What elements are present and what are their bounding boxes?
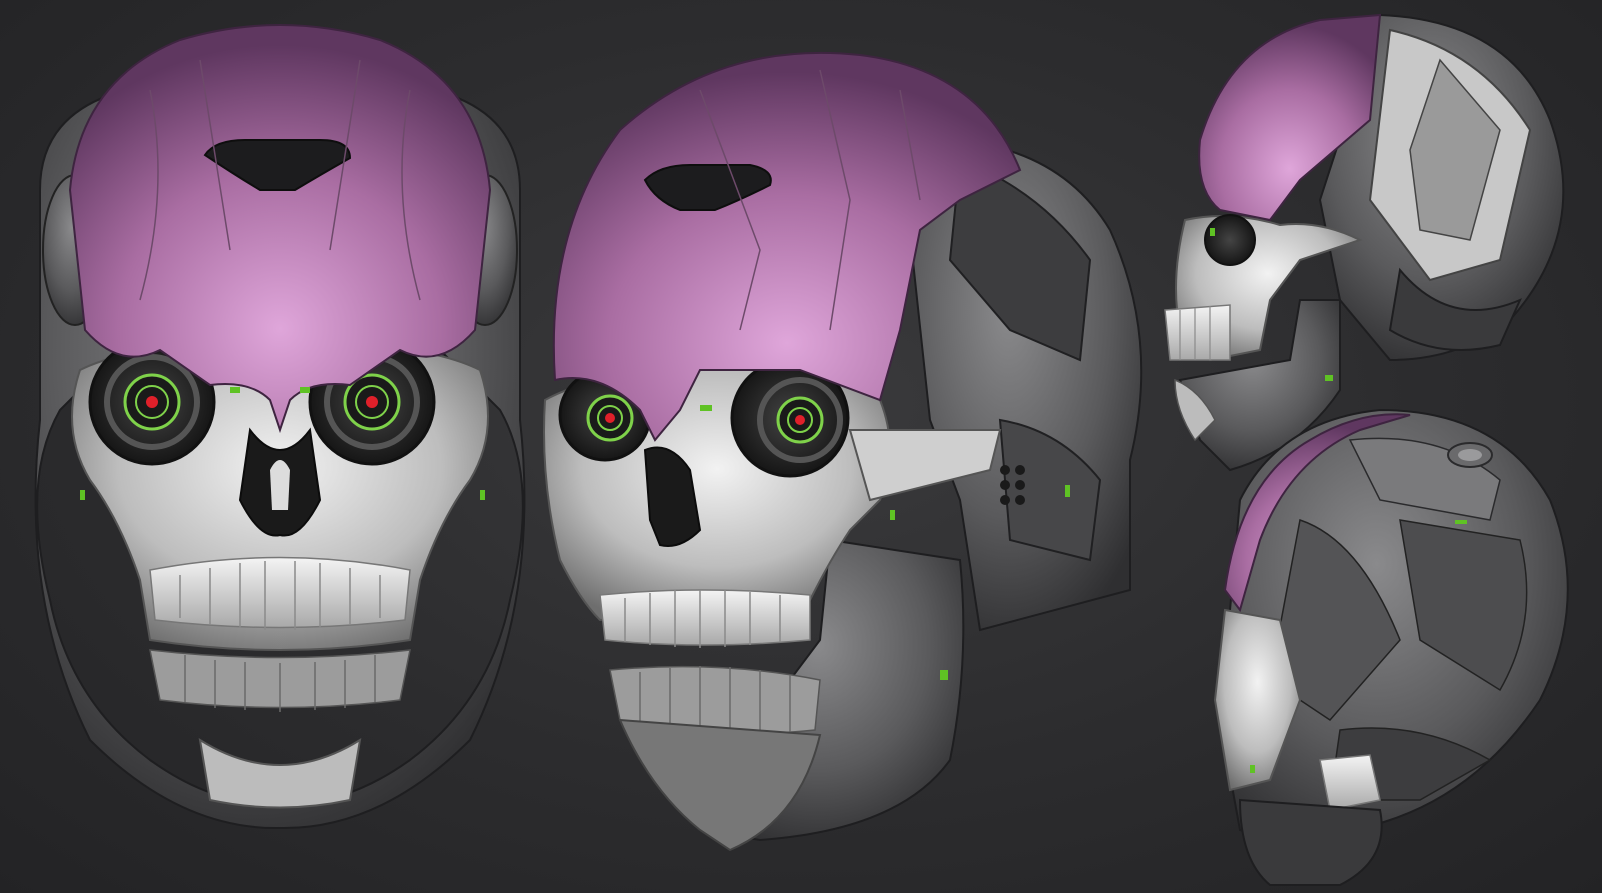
skull-top-back-view [1213, 408, 1569, 886]
tq-upper-teeth [599, 589, 811, 648]
tq-left-eye [586, 394, 634, 442]
skull-side-view [1164, 13, 1565, 472]
side-teeth [1164, 304, 1231, 361]
sculpt-render-canvas [0, 0, 1602, 893]
skull-three-quarter-view [543, 51, 1143, 852]
skull-front-view [34, 24, 526, 830]
front-lower-teeth [149, 649, 411, 712]
skull-renders [34, 13, 1569, 886]
front-upper-teeth [149, 556, 411, 630]
top-jaw-armor [1238, 798, 1383, 886]
